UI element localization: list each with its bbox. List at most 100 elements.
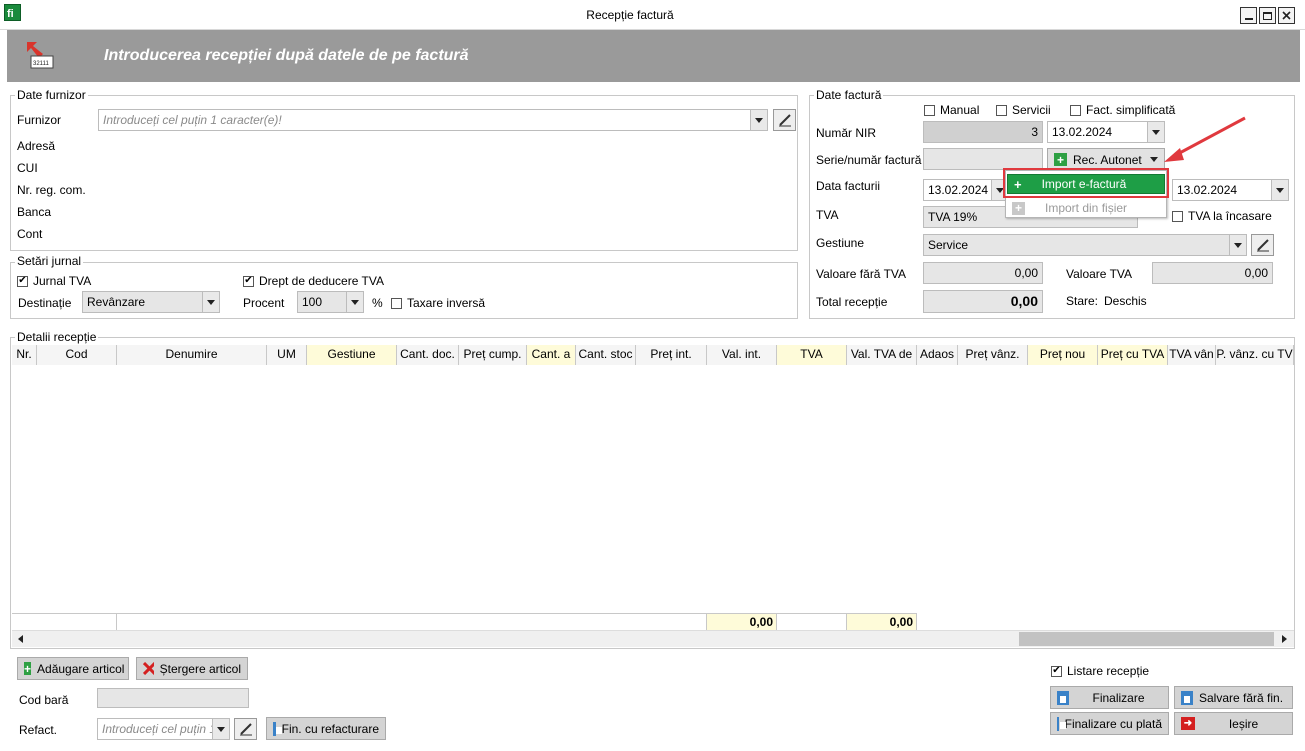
valoare-tva-label: Valoare TVA <box>1066 267 1133 281</box>
chevron-down-icon <box>1150 157 1158 162</box>
maximize-button[interactable] <box>1259 7 1276 24</box>
furnizor-combo[interactable]: Introduceți cel puțin 1 caracter(e)! <box>98 109 768 131</box>
pencil-icon <box>1256 239 1269 252</box>
destinatie-combo[interactable]: Revânzare <box>82 291 220 313</box>
total-val-int: 0,00 <box>707 614 777 631</box>
iesire-button[interactable]: ➜ Ieșire <box>1174 712 1293 735</box>
close-icon <box>1282 11 1291 20</box>
annotation-arrow <box>1164 116 1246 162</box>
details-group-label: Detalii recepție <box>15 330 99 344</box>
col-cant-doc[interactable]: Cant. doc. <box>397 345 459 365</box>
total-field: 0,00 <box>923 290 1043 313</box>
total-label: Total recepție <box>816 295 888 309</box>
close-button[interactable] <box>1278 7 1295 24</box>
col-cant-stoc[interactable]: Cant. stoc <box>576 345 636 365</box>
horizontal-scrollbar[interactable] <box>12 630 1294 647</box>
numar-nir-field[interactable]: 3 <box>923 121 1043 143</box>
edit-refact-button[interactable] <box>234 718 257 740</box>
chevron-down-icon[interactable] <box>346 292 363 312</box>
gestiune-combo[interactable]: Service <box>923 234 1247 256</box>
procent-combo[interactable]: 100 <box>297 291 364 313</box>
scrollbar-thumb[interactable] <box>1019 632 1274 646</box>
col-adaos[interactable]: Adaos <box>917 345 958 365</box>
col-cant-a[interactable]: Cant. a <box>527 345 576 365</box>
cont-label: Cont <box>17 227 43 241</box>
listare-receptie-checkbox[interactable]: ✔ Listare recepție <box>1051 664 1149 678</box>
receipt-icon: 32111 <box>23 38 57 72</box>
exit-icon: ➜ <box>1181 717 1195 730</box>
furnizor-label: Furnizor <box>17 113 62 127</box>
refact-combo[interactable]: Introduceți cel puțin 1 <box>97 718 230 740</box>
nrreg-label: Nr. reg. com. <box>17 183 86 197</box>
total-val-tva: 0,00 <box>847 614 917 631</box>
fin-refacturare-button[interactable]: Fin. cu refacturare <box>266 717 386 740</box>
col-val-int[interactable]: Val. int. <box>707 345 777 365</box>
menu-item-import-fisier[interactable]: + Import din fișier <box>1007 198 1165 218</box>
destinatie-label: Destinație <box>18 296 72 310</box>
stergere-articol-button[interactable]: Ștergere articol <box>136 657 248 680</box>
tva-incasare-checkbox[interactable]: TVA la încasare <box>1172 209 1272 223</box>
data-facturii-picker[interactable]: 13.02.2024 <box>923 179 1009 201</box>
chevron-down-icon[interactable] <box>1271 180 1288 200</box>
adaugare-articol-button[interactable]: + Adăugare articol <box>17 657 129 680</box>
chevron-down-icon[interactable] <box>202 292 219 312</box>
col-pret-cump[interactable]: Preț cump. <box>459 345 527 365</box>
col-pret-vanz[interactable]: Preț vânz. <box>958 345 1028 365</box>
finalizare-cu-plata-button[interactable]: Finalizare cu plată <box>1050 712 1169 735</box>
col-cod[interactable]: Cod <box>37 345 117 365</box>
finalizare-button[interactable]: Finalizare <box>1050 686 1169 709</box>
col-tva-vanz[interactable]: TVA vân <box>1168 345 1216 365</box>
plus-icon: + <box>1012 201 1025 215</box>
salvare-fara-fin-button[interactable]: Salvare fără fin. <box>1174 686 1293 709</box>
valoare-fara-tva-label: Valoare fără TVA <box>816 267 907 281</box>
nir-date-picker[interactable]: 13.02.2024 <box>1047 121 1165 143</box>
serie-field[interactable] <box>923 148 1043 170</box>
tva-label: TVA <box>816 208 839 222</box>
grid-header: Nr. Cod Denumire UM Gestiune Cant. doc. … <box>12 345 1294 365</box>
checkmark-icon: ✔ <box>243 275 254 287</box>
col-denumire[interactable]: Denumire <box>117 345 267 365</box>
title-bar: fi Recepție factură <box>0 0 1305 30</box>
cod-bara-label: Cod bară <box>19 693 69 707</box>
col-tva[interactable]: TVA <box>777 345 847 365</box>
adresa-label: Adresă <box>17 139 56 153</box>
banner-title: Introducerea recepției după datele de pe… <box>104 47 469 64</box>
chevron-down-icon[interactable] <box>750 110 767 130</box>
drept-deducere-checkbox[interactable]: ✔ Drept de deducere TVA <box>243 274 384 288</box>
col-nr[interactable]: Nr. <box>12 345 37 365</box>
valoare-tva-field[interactable]: 0,00 <box>1152 262 1273 284</box>
scroll-right-icon[interactable] <box>1282 635 1287 643</box>
supplier-group-label: Date furnizor <box>15 88 88 102</box>
jurnal-tva-checkbox[interactable]: ✔ Jurnal TVA <box>17 274 91 288</box>
header-banner: 32111 Introducerea recepției după datele… <box>7 30 1300 82</box>
col-gestiune[interactable]: Gestiune <box>307 345 397 365</box>
chevron-down-icon[interactable] <box>212 719 229 739</box>
col-val-tva[interactable]: Val. TVA de <box>847 345 917 365</box>
grid-footer: 0,00 0,00 <box>12 613 917 631</box>
banca-label: Banca <box>17 205 52 219</box>
grid-body[interactable] <box>12 365 1294 613</box>
col-pret-cu-tva[interactable]: Preț cu TVA <box>1098 345 1168 365</box>
journal-group-label: Setări jurnal <box>15 254 84 268</box>
scadenta-picker[interactable]: 13.02.2024 <box>1172 179 1289 201</box>
col-p-vanz-cu-tva[interactable]: P. vânz. cu TV <box>1216 345 1294 365</box>
pencil-icon <box>239 723 252 736</box>
cod-bara-field[interactable] <box>97 688 249 708</box>
valoare-fara-tva-field[interactable]: 0,00 <box>923 262 1043 284</box>
servicii-checkbox[interactable]: Servicii <box>996 103 1051 117</box>
edit-furnizor-button[interactable] <box>773 109 796 131</box>
save-icon <box>273 721 281 736</box>
plus-icon: + <box>1054 153 1067 166</box>
minimize-button[interactable] <box>1240 7 1257 24</box>
col-um[interactable]: UM <box>267 345 307 365</box>
scroll-left-icon[interactable] <box>18 635 23 643</box>
edit-gestiune-button[interactable] <box>1251 234 1274 256</box>
manual-checkbox[interactable]: Manual <box>924 103 979 117</box>
col-pret-nou[interactable]: Preț nou <box>1028 345 1098 365</box>
taxare-inversa-checkbox[interactable]: Taxare inversă <box>391 296 485 310</box>
save-icon <box>1181 690 1193 705</box>
procent-label: Procent <box>243 296 285 310</box>
save-icon <box>1057 690 1069 705</box>
col-pret-int[interactable]: Preț int. <box>636 345 707 365</box>
chevron-down-icon[interactable] <box>1229 235 1246 255</box>
